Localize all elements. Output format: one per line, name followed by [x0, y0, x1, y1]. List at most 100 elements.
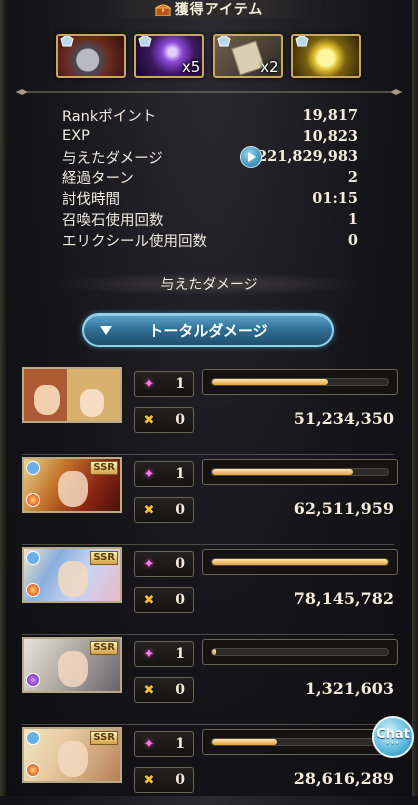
- stat-label: 与えたダメージ: [62, 150, 163, 167]
- character-portrait[interactable]: SSR: [22, 727, 122, 783]
- items-row: x5 x2: [56, 34, 361, 80]
- damage-bar-track: [211, 468, 389, 476]
- ssr-rarity-badge: SSR: [90, 731, 118, 745]
- sparkle-icon: ✦: [143, 466, 155, 482]
- stat-label: EXP: [62, 128, 90, 145]
- damage-bar: [202, 639, 398, 665]
- stat-label: Rankポイント: [62, 108, 157, 125]
- ability-count: 0: [175, 556, 185, 572]
- ca-count-badge: ✖ 0: [134, 587, 194, 613]
- acquired-items-title: 獲得アイテム: [104, 0, 314, 18]
- damage-bar-track: [211, 378, 389, 386]
- party-member-row[interactable]: SSR ✦ 1 ✖ 0 1,321,603: [16, 637, 402, 725]
- ca-count: 0: [175, 682, 185, 698]
- stat-label: 討伐時間: [62, 192, 120, 209]
- ca-count-badge: ✖ 0: [134, 497, 194, 523]
- stat-elixir-uses: エリクシール使用回数 0: [62, 230, 358, 251]
- damage-bar-fill: [212, 469, 353, 475]
- ability-count-badge: ✦ 0: [134, 551, 194, 577]
- crossed-swords-icon: ✖: [143, 772, 155, 788]
- item-scroll[interactable]: x2: [212, 34, 283, 78]
- character-portrait[interactable]: SSR: [22, 547, 122, 603]
- ability-count-badge: ✦ 1: [134, 461, 194, 487]
- element-water-icon: [26, 551, 40, 565]
- item-purple-claw[interactable]: x5: [134, 34, 205, 78]
- row-separator: [22, 454, 394, 455]
- ability-count: 1: [175, 376, 185, 392]
- stat-value: 2: [347, 169, 358, 187]
- total-damage-dropdown[interactable]: トータルダメージ: [82, 313, 334, 347]
- ca-count-badge: ✖ 0: [134, 407, 194, 433]
- member-damage: 51,234,350: [293, 409, 394, 428]
- item-gold-orb[interactable]: [290, 34, 361, 78]
- element-fire-icon: [26, 763, 40, 777]
- stat-value: 10,823: [302, 127, 359, 145]
- character-face: [58, 651, 88, 687]
- ca-count: 0: [175, 592, 185, 608]
- damage-bar-track: [211, 558, 389, 566]
- character-portrait[interactable]: [22, 367, 122, 423]
- stat-summon-uses: 召喚石使用回数 1: [62, 209, 358, 230]
- ssr-rarity-badge: SSR: [90, 551, 118, 565]
- sparkle-icon: ✦: [143, 646, 155, 662]
- damage-bar-fill: [212, 739, 278, 745]
- stat-exp: EXP 10,823: [62, 126, 358, 147]
- element-water-icon: [26, 731, 40, 745]
- stat-label: エリクシール使用回数: [62, 233, 207, 250]
- item-dragon-orb[interactable]: [56, 34, 126, 78]
- gem-icon: [60, 36, 74, 47]
- ability-count: 1: [175, 466, 185, 482]
- party-member-row[interactable]: ✦ 1 ✖ 0 51,234,350: [16, 367, 402, 455]
- damage-bar-fill: [212, 559, 388, 565]
- ability-count: 1: [175, 736, 185, 752]
- chat-button[interactable]: Chat •••: [372, 716, 414, 758]
- character-face: [34, 385, 60, 415]
- element-fire-icon: [26, 583, 40, 597]
- element-fire-icon: [26, 493, 40, 507]
- crossed-swords-icon: ✖: [143, 502, 155, 518]
- member-damage: 78,145,782: [293, 589, 394, 608]
- item-qty: x5: [181, 58, 201, 76]
- element-dark-icon: [26, 673, 40, 687]
- character-face: [58, 741, 88, 777]
- damage-bar-fill: [212, 379, 329, 385]
- ability-count-badge: ✦ 1: [134, 641, 194, 667]
- damage-bar: [202, 459, 398, 485]
- element-water-icon: [26, 461, 40, 475]
- stat-value: 0: [347, 231, 358, 249]
- party-member-row[interactable]: SSR ✦ 0 ✖ 0 78,145,782: [16, 547, 402, 635]
- treasure-chest-icon: [154, 4, 171, 16]
- stat-label: 召喚石使用回数: [62, 212, 164, 229]
- ca-count: 0: [175, 412, 185, 428]
- damage-bar: [202, 369, 398, 395]
- damage-bar: [202, 549, 398, 575]
- stat-battle-time: 討伐時間 01:15: [62, 188, 358, 209]
- ca-count-badge: ✖ 0: [134, 767, 194, 793]
- damage-section-title: 与えたダメージ: [50, 272, 368, 296]
- sparkle-icon: ✦: [143, 736, 155, 752]
- ability-count: 1: [175, 646, 185, 662]
- character-face: [80, 389, 104, 417]
- gem-icon: [217, 36, 231, 47]
- stat-turns: 経過ターン 2: [62, 167, 358, 188]
- ca-count-badge: ✖ 0: [134, 677, 194, 703]
- header-title-text: 獲得アイテム: [174, 2, 264, 18]
- party-member-row[interactable]: SSR ✦ 1 ✖ 0 62,511,959: [16, 457, 402, 545]
- stat-value: 19,817: [302, 106, 359, 124]
- character-face: [58, 471, 88, 507]
- sparkle-icon: ✦: [143, 376, 155, 392]
- item-qty: x2: [260, 58, 279, 76]
- row-separator: [22, 724, 394, 725]
- damage-bar: [202, 729, 398, 755]
- party-member-row[interactable]: SSR ✦ 1 ✖ 0 28,616,289: [16, 727, 402, 805]
- character-portrait[interactable]: SSR: [22, 457, 122, 513]
- damage-bar-track: [211, 738, 389, 746]
- gem-icon: [138, 36, 152, 47]
- chat-dots: •••: [385, 740, 401, 747]
- member-damage: 28,616,289: [293, 769, 394, 788]
- stat-value: 1: [347, 210, 358, 228]
- ca-count: 0: [175, 502, 185, 518]
- character-portrait[interactable]: SSR: [22, 637, 122, 693]
- damage-details-play-button[interactable]: [240, 145, 262, 168]
- total-damage-label: トータルダメージ: [148, 321, 268, 340]
